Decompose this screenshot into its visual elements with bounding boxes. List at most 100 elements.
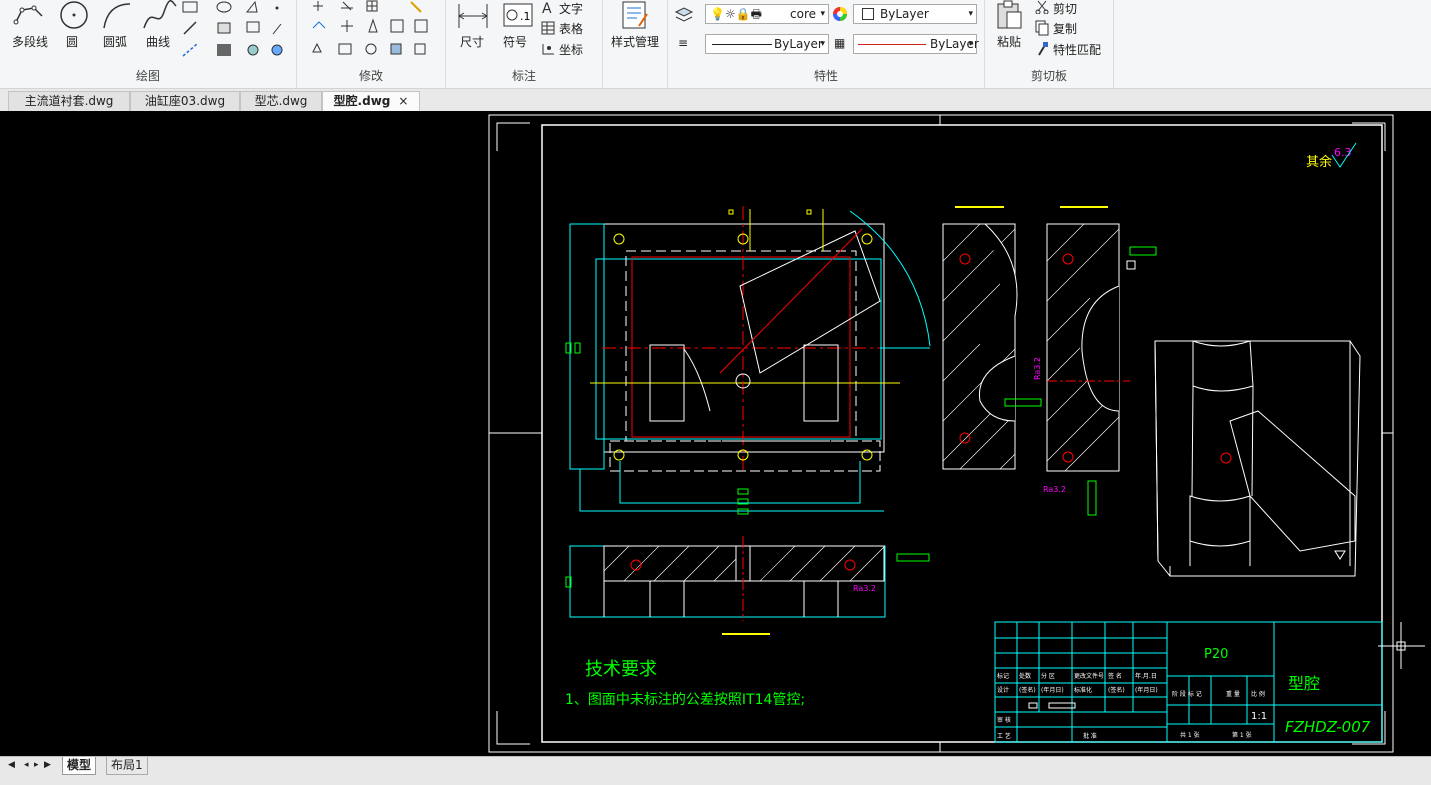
tb-label: 标记 bbox=[997, 672, 1009, 680]
chevron-down-icon: ▾ bbox=[820, 9, 825, 19]
hatch-icon[interactable] bbox=[215, 42, 233, 58]
tb-label: (年月日) bbox=[1135, 686, 1158, 694]
layer-dropdown[interactable]: 💡☼🔒🖶 core ▾ bbox=[705, 4, 829, 24]
tb-label: 处数 bbox=[1019, 672, 1031, 680]
linetype-value: ByLayer bbox=[774, 37, 823, 51]
tab-label: 型腔.dwg bbox=[333, 94, 391, 108]
linetype-dropdown[interactable]: ByLayer ▾ bbox=[705, 34, 829, 54]
arc-button[interactable]: 圆弧 bbox=[103, 33, 127, 50]
tech-requirements-title: 技术要求 bbox=[585, 659, 657, 680]
symbol-icon[interactable]: .1 bbox=[502, 2, 534, 30]
line-icon[interactable] bbox=[181, 20, 199, 36]
crosshair-cursor bbox=[1378, 622, 1425, 669]
style-manager-button[interactable]: 样式管理 bbox=[611, 33, 659, 50]
circle-icon[interactable] bbox=[58, 0, 90, 32]
properties-panel: 💡☼🔒🖶 core ▾ ByLayer ▾ ≡ ByLayer ▾ ▦ ByLa… bbox=[668, 0, 985, 88]
paste-icon[interactable] bbox=[995, 0, 1023, 30]
chevron-down-icon: ▾ bbox=[820, 39, 825, 49]
circle-button[interactable]: 圆 bbox=[66, 33, 78, 50]
copy-icon[interactable] bbox=[1035, 20, 1049, 36]
tb-label: 分 区 bbox=[1041, 672, 1055, 680]
tab-model[interactable]: 模型 bbox=[62, 757, 97, 775]
symbol-button[interactable]: 符号 bbox=[503, 33, 527, 50]
polyline-button[interactable]: 多段线 bbox=[12, 33, 48, 50]
tab-cavity[interactable]: 型腔.dwg × bbox=[322, 91, 420, 111]
point-icon[interactable] bbox=[243, 0, 289, 60]
match-properties-button[interactable]: 特性匹配 bbox=[1053, 41, 1101, 58]
text-button[interactable]: 文字 bbox=[559, 0, 583, 17]
tb-label: 第 1 张 bbox=[1232, 731, 1252, 739]
table-icon[interactable] bbox=[540, 20, 556, 36]
drawing-number-label: FZHDZ-007 bbox=[1285, 718, 1371, 736]
tab-core[interactable]: 型芯.dwg bbox=[240, 91, 322, 111]
properties-panel-title: 特性 bbox=[813, 69, 838, 83]
paste-button[interactable]: 粘贴 bbox=[997, 33, 1021, 50]
nav-first-icon[interactable]: ◀ bbox=[8, 757, 15, 774]
scale-label: 1:1 bbox=[1251, 711, 1267, 722]
lineweight-icon[interactable]: ≡ bbox=[678, 36, 688, 50]
layout-tab-bar: ◀ ◂ ▸ ▶ 模型 布局1 bbox=[0, 756, 1431, 785]
ellipse-icon[interactable] bbox=[215, 0, 233, 14]
tab-runner-bushing[interactable]: 主流道衬套.dwg bbox=[8, 91, 130, 111]
nav-last-icon[interactable]: ▶ bbox=[44, 757, 51, 774]
side-section-a bbox=[942, 206, 1018, 470]
arc-icon[interactable] bbox=[100, 0, 134, 32]
layer-manager-icon[interactable] bbox=[674, 6, 694, 24]
lineweight-sample bbox=[858, 44, 926, 45]
svg-text:.1: .1 bbox=[520, 10, 531, 23]
linetype-sample bbox=[712, 44, 772, 45]
draw-panel-title: 绘图 bbox=[135, 69, 160, 83]
lineweight-dropdown[interactable]: ByLayer ▾ bbox=[853, 34, 979, 54]
transparency-icon[interactable]: ▦ bbox=[834, 36, 845, 50]
part-name-label: 型腔 bbox=[1288, 674, 1320, 693]
svg-text:A: A bbox=[542, 1, 552, 16]
curve-icon[interactable] bbox=[142, 0, 178, 32]
chevron-down-icon: ▾ bbox=[968, 9, 973, 19]
tb-label: 审 核 bbox=[997, 716, 1011, 724]
text-icon[interactable]: A bbox=[540, 0, 556, 16]
rectangle-icon[interactable] bbox=[181, 0, 199, 14]
cut-icon[interactable] bbox=[1035, 0, 1049, 14]
tb-label: (签名) bbox=[1108, 686, 1125, 694]
roughness-label-1: Ra3.2 bbox=[1043, 485, 1066, 494]
modify-panel-title: 修改 bbox=[358, 69, 383, 83]
roughness-value-label: 6.3 bbox=[1334, 146, 1352, 159]
annotate-panel-title: 标注 bbox=[511, 69, 536, 83]
tab-cylinder-seat[interactable]: 油缸座03.dwg bbox=[130, 91, 240, 111]
cut-button[interactable]: 剪切 bbox=[1053, 0, 1077, 17]
construction-line-icon[interactable] bbox=[181, 42, 199, 58]
drawing-canvas[interactable]: 其余 6.3 Ra3.2 Ra3.2 Ra3.2 技术要求 1、图面中未标注的公… bbox=[0, 111, 1431, 756]
modify-panel: 修改 bbox=[297, 0, 446, 88]
copy-button[interactable]: 复制 bbox=[1053, 20, 1077, 37]
layer-state-icons: 💡☼🔒🖶 bbox=[710, 7, 762, 21]
region-icon[interactable] bbox=[215, 20, 233, 36]
tech-requirements-note: 1、图面中未标注的公差按照IT14管控; bbox=[565, 692, 805, 708]
layer-value: core bbox=[790, 7, 816, 21]
tb-label: 签 名 bbox=[1108, 672, 1122, 680]
material-label: P20 bbox=[1204, 647, 1228, 662]
dimension-button[interactable]: 尺寸 bbox=[460, 33, 484, 50]
coordinate-icon[interactable] bbox=[540, 41, 556, 57]
tab-layout1[interactable]: 布局1 bbox=[106, 757, 148, 775]
tb-label: 批 准 bbox=[1083, 732, 1097, 740]
side-section-b: Ra3.2 Ra3.2 bbox=[1004, 206, 1157, 516]
nav-next-icon[interactable]: ▸ bbox=[34, 757, 39, 774]
dimension-icon[interactable] bbox=[456, 2, 490, 30]
cad-drawing[interactable]: 其余 6.3 Ra3.2 Ra3.2 Ra3.2 技术要求 1、图面中未标注的公… bbox=[0, 111, 1431, 756]
match-properties-icon[interactable] bbox=[1035, 41, 1049, 57]
style-manager-icon[interactable] bbox=[619, 0, 651, 30]
isometric-view bbox=[1154, 340, 1361, 577]
tb-label: 标准化 bbox=[1074, 686, 1092, 694]
color-wheel-icon[interactable] bbox=[832, 6, 848, 22]
polyline-icon[interactable] bbox=[12, 2, 48, 30]
color-dropdown[interactable]: ByLayer ▾ bbox=[853, 4, 977, 24]
tab-label: 主流道衬套.dwg bbox=[24, 94, 114, 108]
nav-prev-icon[interactable]: ◂ bbox=[24, 757, 29, 774]
modify-tools-icon[interactable] bbox=[303, 0, 443, 62]
clipboard-panel: 粘贴 剪切 复制 特性匹配 剪切板 bbox=[985, 0, 1114, 88]
close-icon[interactable]: × bbox=[398, 94, 408, 108]
table-button[interactable]: 表格 bbox=[559, 20, 583, 37]
curve-button[interactable]: 曲线 bbox=[146, 33, 170, 50]
coordinate-button[interactable]: 坐标 bbox=[559, 41, 583, 58]
tb-label: 设计 bbox=[997, 686, 1009, 694]
